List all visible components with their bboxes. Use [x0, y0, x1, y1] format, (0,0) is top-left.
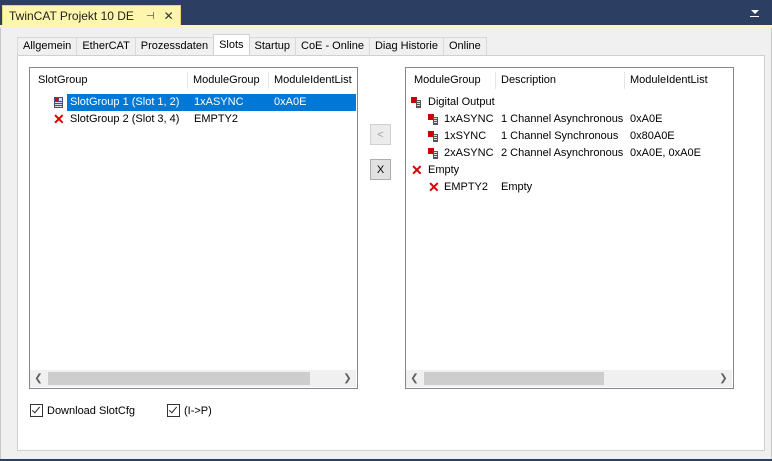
column-header-moduleidentlist[interactable]: ModuleIdentList — [269, 68, 356, 93]
module-name: 2xASYNC — [444, 147, 494, 159]
insert-module-button[interactable]: < — [370, 124, 391, 145]
tab-slots[interactable]: Slots — [213, 34, 250, 55]
tab-coe-online[interactable]: CoE - Online — [295, 37, 370, 55]
module-description: 1 Channel Synchronous — [501, 130, 619, 142]
module-list-hscrollbar[interactable]: ❮ ❯ — [406, 370, 732, 387]
slotgroup-cell: SlotGroup 2 (Slot 3, 4) — [70, 113, 180, 125]
module-description: Empty — [501, 181, 533, 193]
module-group-row[interactable]: Digital Output — [406, 94, 732, 111]
slots-tab-page: SlotGroup ModuleGroup ModuleIdentList Sl… — [17, 55, 765, 451]
module-identlist: 0xA0E, 0xA0E — [630, 147, 701, 159]
module-icon — [54, 97, 63, 108]
scroll-right-icon[interactable]: ❯ — [339, 370, 356, 387]
module-group-icon — [411, 97, 421, 108]
identlist-cell: 0xA0E — [274, 96, 307, 108]
module-group-name: Digital Output — [428, 96, 495, 108]
module-name: 1xSYNC — [444, 130, 487, 142]
tab-ethercat[interactable]: EtherCAT — [76, 37, 136, 55]
window-list-dropdown-icon[interactable] — [748, 6, 762, 20]
modulegroup-cell: 1xASYNC — [194, 96, 244, 108]
module-name: EMPTY2 — [444, 181, 489, 193]
module-description: 1 Channel Asynchronous — [501, 113, 624, 125]
red-x-icon: ✕ — [428, 179, 440, 195]
tab-startup[interactable]: Startup — [248, 37, 296, 55]
scroll-thumb[interactable] — [424, 372, 604, 385]
column-header-modulegroup[interactable]: ModuleGroup — [188, 68, 268, 93]
scroll-left-icon[interactable]: ❮ — [30, 370, 47, 387]
module-description: 2 Channel Asynchronous — [501, 147, 624, 159]
scroll-thumb[interactable] — [48, 372, 310, 385]
slot-list-header: SlotGroup ModuleGroup ModuleIdentList — [30, 68, 357, 93]
editor-content: Allgemein EtherCAT Prozessdaten Slots St… — [0, 28, 772, 459]
module-list-header: ModuleGroup Description ModuleIdentList — [406, 68, 733, 93]
column-header-slotgroup[interactable]: SlotGroup — [33, 68, 186, 93]
module-group-name: Empty — [428, 164, 460, 176]
close-icon[interactable]: ✕ — [164, 9, 174, 23]
download-slotcfg-checkbox[interactable]: Download SlotCfg — [30, 404, 135, 417]
red-x-icon: ✕ — [411, 162, 423, 178]
tab-bar: Allgemein EtherCAT Prozessdaten Slots St… — [17, 34, 487, 56]
checkbox-checked-icon[interactable] — [167, 404, 180, 417]
i-to-p-checkbox[interactable]: (I->P) — [167, 404, 212, 417]
module-row[interactable]: 1xSYNC 1 Channel Synchronous 0x80A0E — [406, 128, 732, 145]
slot-list[interactable]: SlotGroup ModuleGroup ModuleIdentList Sl… — [29, 67, 358, 389]
module-identlist: 0x80A0E — [630, 130, 675, 142]
tab-allgemein[interactable]: Allgemein — [17, 37, 78, 55]
module-row[interactable]: 2xASYNC 2 Channel Asynchronous 0xA0E, 0x… — [406, 145, 732, 162]
module-identlist: 0xA0E — [630, 113, 663, 125]
pin-icon[interactable]: ⊣ — [146, 11, 155, 22]
tab-online[interactable]: Online — [442, 37, 487, 55]
module-row[interactable]: ✕ EMPTY2 Empty — [406, 179, 732, 196]
document-tab-title: TwinCAT Projekt 10 DE — [9, 9, 134, 23]
checkbox-checked-icon[interactable] — [30, 404, 43, 417]
document-tab[interactable]: TwinCAT Projekt 10 DE ⊣ ✕ — [2, 5, 181, 26]
slot-row[interactable]: ✕ SlotGroup 2 (Slot 3, 4) EMPTY2 — [30, 111, 356, 128]
slot-list-hscrollbar[interactable]: ❮ ❯ — [30, 370, 356, 387]
scroll-right-icon[interactable]: ❯ — [715, 370, 732, 387]
checkbox-label: Download SlotCfg — [47, 404, 136, 417]
module-list[interactable]: ModuleGroup Description ModuleIdentList … — [405, 67, 734, 389]
module-name: 1xASYNC — [444, 113, 494, 125]
modulegroup-cell: EMPTY2 — [194, 113, 239, 125]
column-header-modulegroup[interactable]: ModuleGroup — [409, 68, 495, 93]
delete-module-button[interactable]: X — [370, 159, 391, 180]
module-row[interactable]: 1xASYNC 1 Channel Asynchronous 0xA0E — [406, 111, 732, 128]
tab-diag-historie[interactable]: Diag Historie — [368, 37, 444, 55]
checkbox-label: (I->P) — [184, 404, 212, 417]
slotgroup-cell: SlotGroup 1 (Slot 1, 2) — [70, 96, 180, 108]
column-header-description[interactable]: Description — [496, 68, 624, 93]
slot-row[interactable]: SlotGroup 1 (Slot 1, 2) 1xASYNC 0xA0E — [30, 94, 356, 111]
red-x-icon: ✕ — [53, 111, 65, 127]
module-group-row[interactable]: ✕ Empty — [406, 162, 732, 179]
scroll-left-icon[interactable]: ❮ — [406, 370, 423, 387]
module-icon — [428, 148, 438, 159]
module-icon — [428, 131, 438, 142]
column-header-moduleidentlist[interactable]: ModuleIdentList — [625, 68, 732, 93]
tab-prozessdaten[interactable]: Prozessdaten — [134, 37, 215, 55]
module-icon — [428, 114, 438, 125]
